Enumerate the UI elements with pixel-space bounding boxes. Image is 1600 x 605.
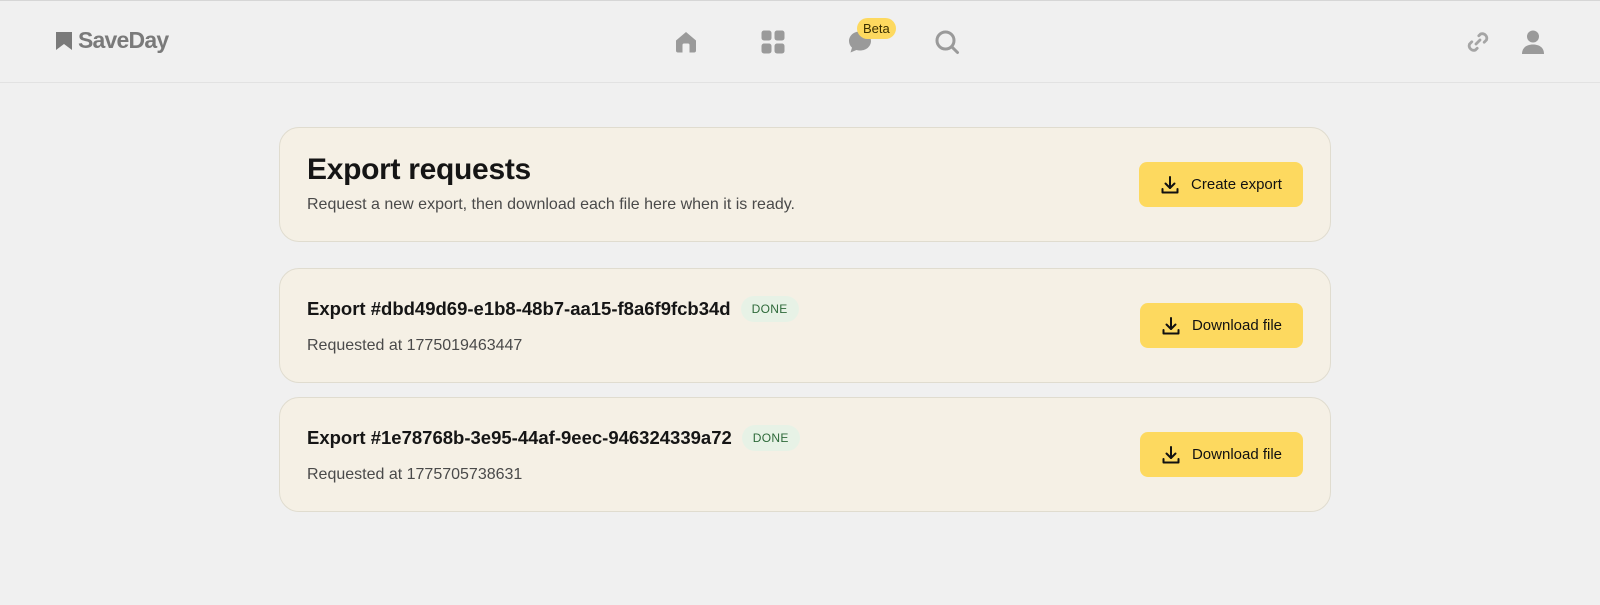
download-icon: [1161, 316, 1181, 336]
download-icon: [1160, 175, 1180, 195]
grid-icon[interactable]: [758, 27, 788, 57]
create-export-button[interactable]: Create export: [1139, 162, 1303, 207]
export-item: Export #1e78768b-3e95-44af-9eec-94632433…: [279, 397, 1331, 512]
app-logo[interactable]: SaveDay: [54, 27, 169, 54]
search-icon[interactable]: [932, 27, 962, 57]
download-file-button[interactable]: Download file: [1140, 432, 1303, 477]
export-id: Export #dbd49d69-e1b8-48b7-aa15-f8a6f9fc…: [307, 298, 731, 319]
export-id: Export #1e78768b-3e95-44af-9eec-94632433…: [307, 427, 732, 448]
page-subtitle: Request a new export, then download each…: [307, 196, 795, 213]
status-badge: DONE: [741, 425, 800, 451]
top-navigation-bar: SaveDay Beta: [0, 0, 1600, 83]
download-file-label: Download file: [1191, 446, 1283, 463]
requested-at: Requested at 1775705738631: [307, 466, 523, 483]
export-item: Export #dbd49d69-e1b8-48b7-aa15-f8a6f9fc…: [279, 268, 1331, 383]
download-file-button[interactable]: Download file: [1140, 303, 1303, 348]
link-icon[interactable]: [1463, 27, 1493, 57]
user-icon[interactable]: [1518, 27, 1548, 57]
export-title-row: Export #1e78768b-3e95-44af-9eec-94632433…: [307, 425, 800, 451]
bookmark-icon: [54, 31, 74, 51]
status-badge: DONE: [740, 296, 799, 322]
export-title-row: Export #dbd49d69-e1b8-48b7-aa15-f8a6f9fc…: [307, 296, 799, 322]
download-icon: [1161, 445, 1181, 465]
home-icon[interactable]: [671, 27, 701, 57]
beta-badge: Beta: [857, 18, 896, 39]
app-name: SaveDay: [78, 27, 169, 53]
export-requests-header-card: Export requests Request a new export, th…: [279, 127, 1331, 242]
page-title: Export requests: [307, 153, 531, 186]
requested-at: Requested at 1775019463447: [307, 337, 523, 354]
create-export-label: Create export: [1191, 176, 1282, 193]
download-file-label: Download file: [1191, 317, 1283, 334]
